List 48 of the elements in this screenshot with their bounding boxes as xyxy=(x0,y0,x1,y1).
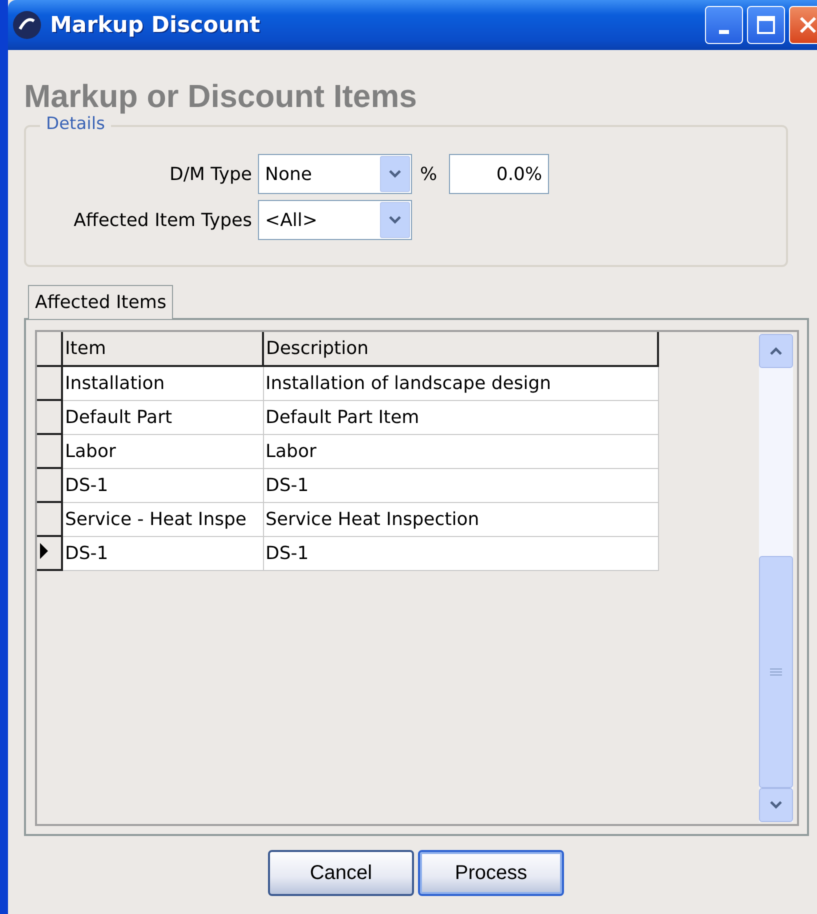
dialog-button[interactable]: Cancel xyxy=(268,850,414,896)
row-header[interactable] xyxy=(37,400,62,434)
window-title: Markup Discount xyxy=(50,12,260,38)
table-cell: Labor xyxy=(62,434,263,468)
field-label: % xyxy=(420,164,438,184)
row-pointer-icon xyxy=(39,542,49,560)
tab[interactable]: Affected Items xyxy=(28,285,174,319)
table-cell: DS-1 xyxy=(62,536,263,570)
vertical-scrollbar[interactable] xyxy=(759,334,793,822)
minimize-icon xyxy=(719,30,729,34)
chevron-down-icon xyxy=(388,215,402,225)
chevron-up-icon xyxy=(769,346,783,356)
row-header[interactable] xyxy=(37,536,62,570)
scroll-up-button[interactable] xyxy=(759,334,793,368)
table-cell: DS-1 xyxy=(263,468,658,502)
close-button[interactable] xyxy=(789,6,817,44)
grip-icon xyxy=(770,668,782,676)
minimize-button[interactable] xyxy=(705,6,743,44)
chevron-down-icon xyxy=(388,169,402,179)
maximize-icon xyxy=(756,15,776,35)
app-logo-icon xyxy=(12,10,42,40)
table-cell: Default Part Item xyxy=(263,400,658,434)
percent-field[interactable]: 0.0% xyxy=(449,154,550,194)
dialog-heading: Markup or Discount Items xyxy=(24,78,418,114)
row-header[interactable] xyxy=(37,468,62,502)
dropdown[interactable]: None xyxy=(258,154,412,194)
close-icon xyxy=(797,14,817,36)
row-header[interactable] xyxy=(37,366,62,400)
table-cell: Default Part xyxy=(62,400,263,434)
row-header[interactable] xyxy=(37,434,62,468)
table-cell: Labor xyxy=(263,434,658,468)
table-cell: Installation of landscape design xyxy=(263,366,658,400)
field-label: D/M Type xyxy=(168,164,253,184)
table-cell: Installation xyxy=(62,366,263,400)
dialog-button[interactable]: Process xyxy=(418,850,564,896)
maximize-button[interactable] xyxy=(747,6,785,44)
column-header[interactable]: Item xyxy=(62,332,263,366)
table-cell: Service Heat Inspection xyxy=(263,502,658,536)
column-header[interactable]: Description xyxy=(263,332,658,366)
chevron-down-icon xyxy=(769,800,783,810)
table-cell: Service - Heat Inspe xyxy=(62,502,263,536)
table-cell: DS-1 xyxy=(263,536,658,570)
field-label: Affected Item Types xyxy=(72,210,253,230)
dropdown[interactable]: <All> xyxy=(258,200,412,240)
scroll-thumb[interactable] xyxy=(759,556,793,788)
scroll-down-button[interactable] xyxy=(759,788,793,822)
table-cell: DS-1 xyxy=(62,468,263,502)
row-header[interactable] xyxy=(37,502,62,536)
